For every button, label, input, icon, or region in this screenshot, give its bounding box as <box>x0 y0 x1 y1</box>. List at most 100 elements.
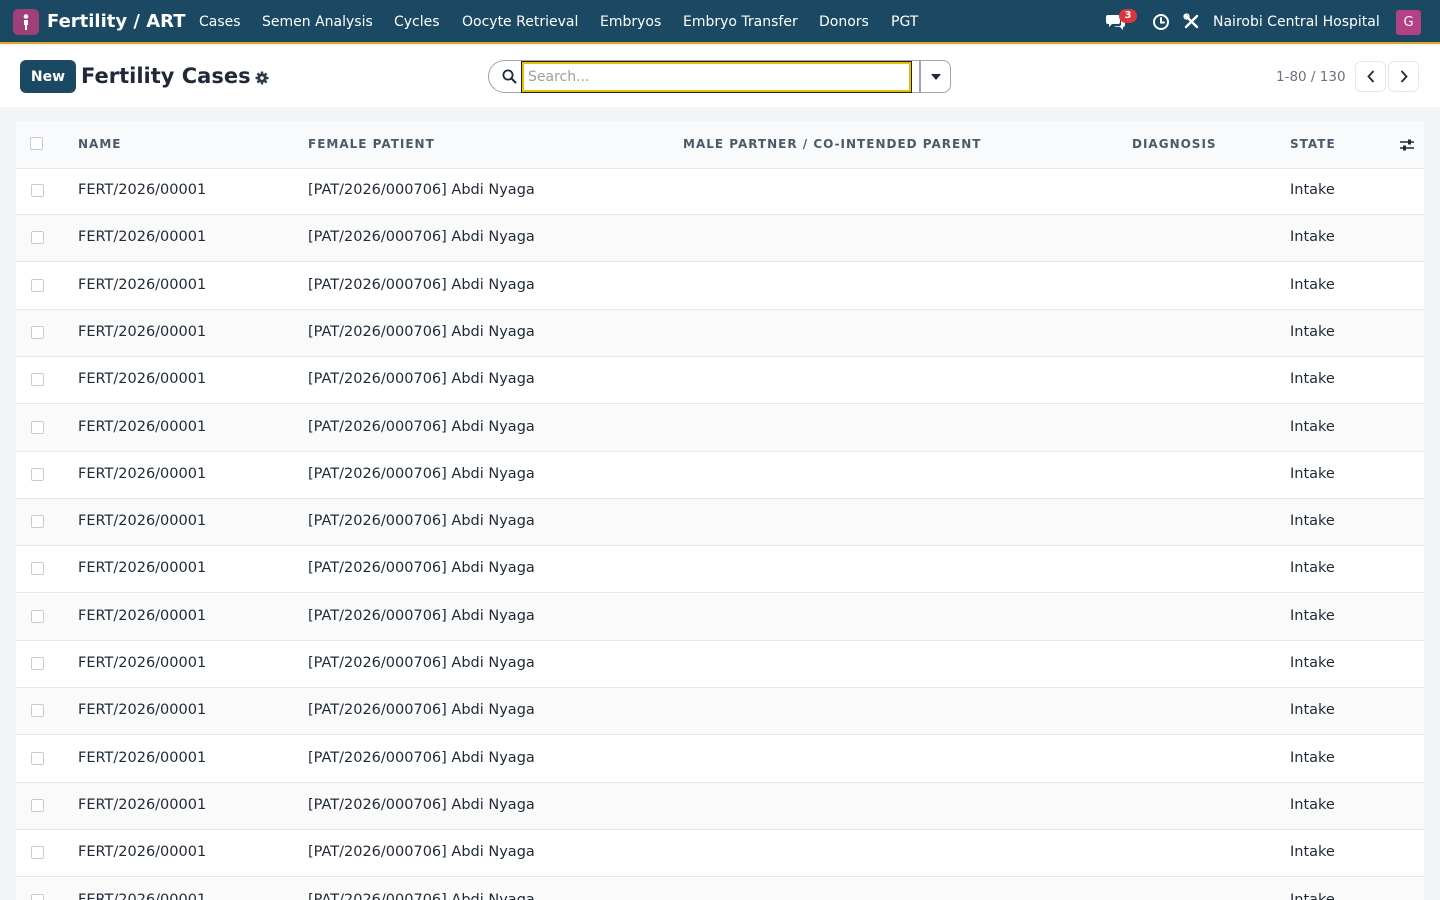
row-checkbox[interactable] <box>31 420 44 434</box>
cell-name: FERT/2026/00001 <box>78 418 207 435</box>
company-switcher[interactable]: Nairobi Central Hospital <box>1213 14 1380 30</box>
user-avatar[interactable]: G <box>1396 10 1421 35</box>
new-button[interactable]: New <box>20 60 76 93</box>
cell-female-patient: [PAT/2026/000706] Abdi Nyaga <box>308 418 535 435</box>
cases-list: NAME FEMALE PATIENT MALE PARTNER / CO-IN… <box>16 121 1424 900</box>
table-row[interactable]: FERT/2026/00001 [PAT/2026/000706] Abdi Ny… <box>16 877 1424 900</box>
cell-name: FERT/2026/00001 <box>78 229 207 246</box>
cell-name: FERT/2026/00001 <box>78 182 207 198</box>
cell-female-patient: [PAT/2026/000706] Abdi Nyaga <box>308 513 535 530</box>
cell-female-patient: [PAT/2026/000706] Abdi Nyaga <box>308 796 535 813</box>
row-checkbox[interactable] <box>31 609 44 623</box>
cell-female-patient: [PAT/2026/000706] Abdi Nyaga <box>308 891 535 900</box>
cell-state: Intake <box>1290 418 1335 435</box>
chevron-left-icon <box>1366 70 1374 83</box>
row-checkbox[interactable] <box>31 846 44 860</box>
nav-item-oocyte-retrieval[interactable]: Oocyte Retrieval <box>462 14 578 30</box>
row-checkbox[interactable] <box>31 893 44 900</box>
nav-item-cases[interactable]: Cases <box>199 14 241 30</box>
cell-state: Intake <box>1290 560 1335 577</box>
pager-value[interactable]: 1-80 / 130 <box>1276 69 1346 85</box>
row-checkbox[interactable] <box>31 325 44 339</box>
nav-item-embryos[interactable]: Embryos <box>600 14 661 30</box>
cell-female-patient: [PAT/2026/000706] Abdi Nyaga <box>308 182 535 198</box>
nav-item-embryo-transfer[interactable]: Embryo Transfer <box>683 14 798 30</box>
cell-name: FERT/2026/00001 <box>78 465 207 482</box>
page-title: Fertility Cases <box>81 64 251 88</box>
table-row[interactable]: FERT/2026/00001 [PAT/2026/000706] Abdi Ny… <box>16 263 1424 310</box>
tools-cross-icon[interactable] <box>1183 13 1200 34</box>
table-row[interactable]: FERT/2026/00001 [PAT/2026/000706] Abdi Ny… <box>16 309 1424 357</box>
chevron-right-icon <box>1400 70 1408 83</box>
table-row[interactable]: FERT/2026/00001 [PAT/2026/000706] Abdi Ny… <box>16 546 1424 594</box>
nav-item-donors[interactable]: Donors <box>819 14 869 30</box>
search-input[interactable] <box>521 61 912 93</box>
table-row[interactable]: FERT/2026/00001 [PAT/2026/000706] Abdi Ny… <box>16 736 1424 783</box>
cell-state: Intake <box>1290 796 1335 813</box>
cell-name: FERT/2026/00001 <box>78 560 207 577</box>
row-checkbox[interactable] <box>31 184 44 197</box>
table-row[interactable]: FERT/2026/00001 [PAT/2026/000706] Abdi Ny… <box>16 357 1424 405</box>
cell-female-patient: [PAT/2026/000706] Abdi Nyaga <box>308 323 535 340</box>
column-header-state[interactable]: STATE <box>1290 137 1336 151</box>
cell-name: FERT/2026/00001 <box>78 607 207 624</box>
control-panel: New Fertility Cases Search... 1-80 / 130 <box>0 46 1440 107</box>
table-row[interactable]: FERT/2026/00001 [PAT/2026/000706] Abdi Ny… <box>16 168 1424 215</box>
row-checkbox[interactable] <box>31 515 44 529</box>
table-row[interactable]: FERT/2026/00001 [PAT/2026/000706] Abdi Ny… <box>16 830 1424 878</box>
fertility-figure-icon[interactable] <box>13 9 39 35</box>
clock-icon[interactable] <box>1152 13 1170 35</box>
row-checkbox[interactable] <box>31 467 44 481</box>
sliders-icon[interactable] <box>1399 137 1415 156</box>
cell-state: Intake <box>1290 607 1335 624</box>
table-row[interactable]: FERT/2026/00001 [PAT/2026/000706] Abdi Ny… <box>16 782 1424 830</box>
table-row[interactable]: FERT/2026/00001 [PAT/2026/000706] Abdi Ny… <box>16 452 1424 499</box>
row-checkbox[interactable] <box>31 798 44 812</box>
cell-name: FERT/2026/00001 <box>78 891 207 900</box>
search-options-toggle[interactable] <box>920 60 951 93</box>
column-header-male-partner[interactable]: MALE PARTNER / CO-INTENDED PARENT <box>683 137 981 151</box>
cell-state: Intake <box>1290 844 1335 861</box>
cell-name: FERT/2026/00001 <box>78 276 207 293</box>
select-all-checkbox[interactable] <box>30 137 43 150</box>
row-checkbox[interactable] <box>31 704 44 718</box>
cell-female-patient: [PAT/2026/000706] Abdi Nyaga <box>308 702 535 719</box>
row-checkbox[interactable] <box>31 751 44 765</box>
cell-state: Intake <box>1290 371 1335 388</box>
pager-next-button[interactable] <box>1388 61 1419 92</box>
table-row[interactable]: FERT/2026/00001 [PAT/2026/000706] Abdi Ny… <box>16 641 1424 688</box>
cell-name: FERT/2026/00001 <box>78 702 207 719</box>
table-row[interactable]: FERT/2026/00001 [PAT/2026/000706] Abdi Ny… <box>16 215 1424 263</box>
cell-state: Intake <box>1290 655 1335 671</box>
cell-state: Intake <box>1290 513 1335 530</box>
table-row[interactable]: FERT/2026/00001 [PAT/2026/000706] Abdi Ny… <box>16 499 1424 547</box>
cell-state: Intake <box>1290 229 1335 246</box>
table-row[interactable]: FERT/2026/00001 [PAT/2026/000706] Abdi Ny… <box>16 688 1424 736</box>
cell-state: Intake <box>1290 276 1335 293</box>
table-row[interactable]: FERT/2026/00001 [PAT/2026/000706] Abdi Ny… <box>16 404 1424 452</box>
cell-name: FERT/2026/00001 <box>78 844 207 861</box>
pager-previous-button[interactable] <box>1355 61 1386 92</box>
column-header-female-patient[interactable]: FEMALE PATIENT <box>308 137 435 151</box>
row-checkbox[interactable] <box>31 373 44 387</box>
cell-state: Intake <box>1290 182 1335 198</box>
cell-name: FERT/2026/00001 <box>78 513 207 530</box>
app-title[interactable]: Fertility / ART <box>47 11 185 32</box>
row-checkbox[interactable] <box>31 231 44 245</box>
nav-item-semen-analysis[interactable]: Semen Analysis <box>262 14 373 30</box>
column-header-name[interactable]: NAME <box>78 137 121 151</box>
cell-state: Intake <box>1290 465 1335 482</box>
gear-icon[interactable] <box>255 70 269 89</box>
nav-item-pgt[interactable]: PGT <box>891 14 918 30</box>
cell-state: Intake <box>1290 749 1335 766</box>
search-icon <box>502 69 517 88</box>
row-checkbox[interactable] <box>31 657 44 670</box>
table-row[interactable]: FERT/2026/00001 [PAT/2026/000706] Abdi Ny… <box>16 593 1424 641</box>
row-checkbox[interactable] <box>31 562 44 576</box>
nav-item-cycles[interactable]: Cycles <box>394 14 440 30</box>
column-header-diagnosis[interactable]: DIAGNOSIS <box>1132 137 1217 151</box>
caret-down-icon <box>930 73 941 80</box>
row-checkbox[interactable] <box>31 278 44 292</box>
cell-female-patient: [PAT/2026/000706] Abdi Nyaga <box>308 844 535 861</box>
cell-female-patient: [PAT/2026/000706] Abdi Nyaga <box>308 371 535 388</box>
